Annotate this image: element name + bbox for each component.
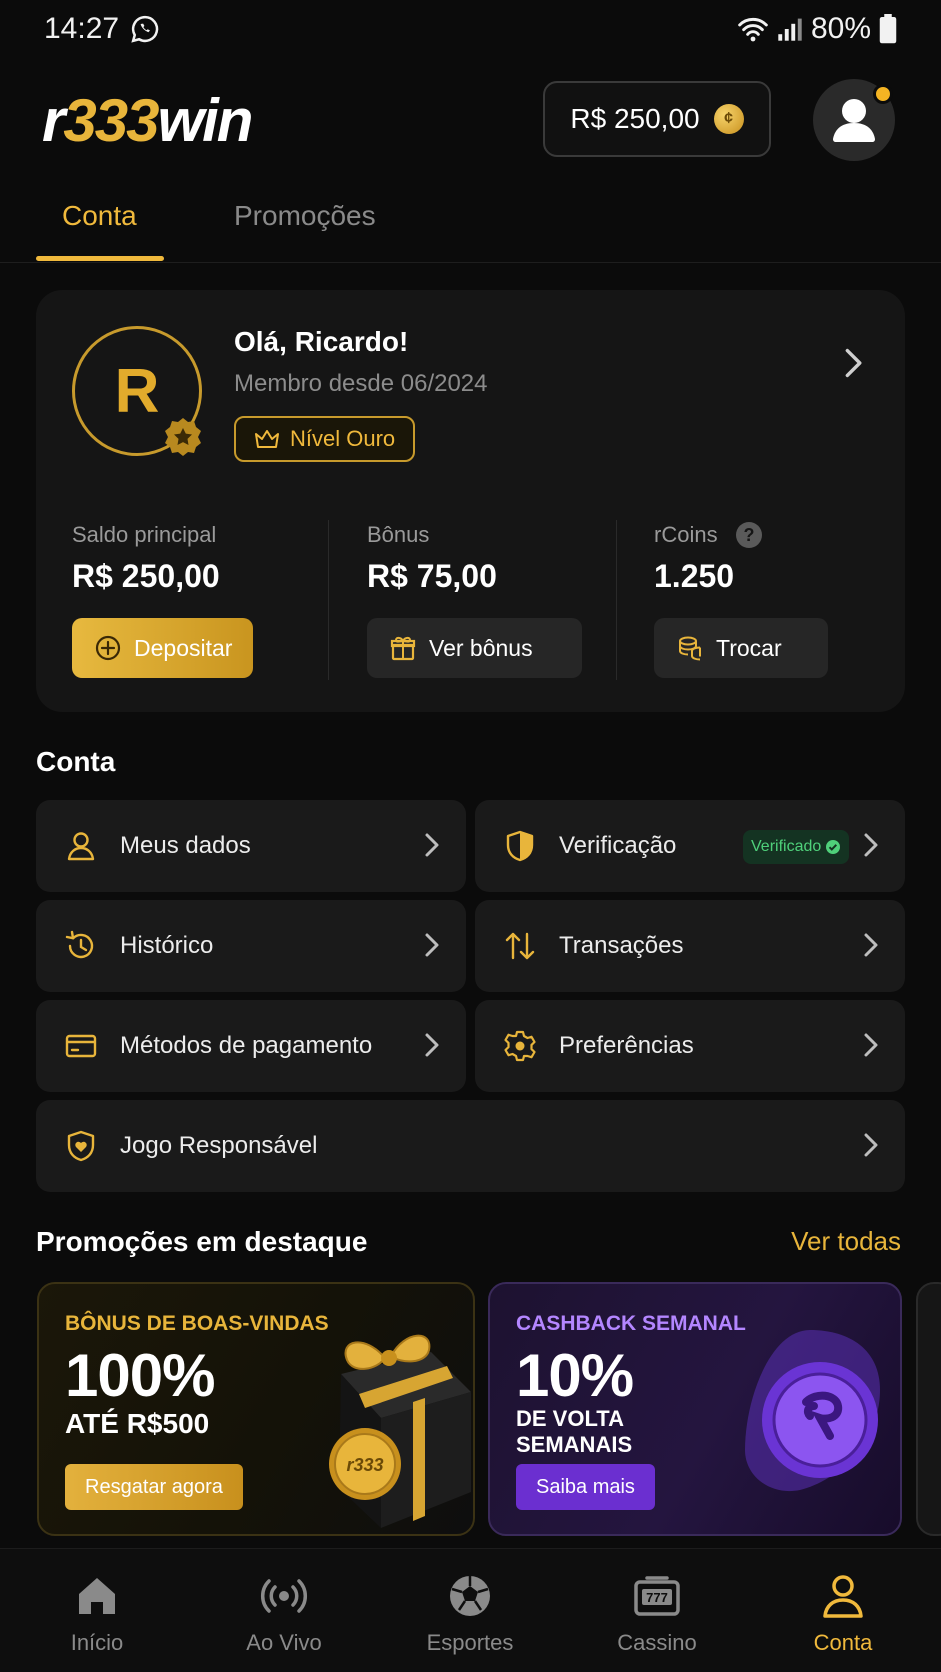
promo-card-welcome-bonus[interactable]: r333 BÔNUS DE BOAS-VINDAS 100% ATÉ R$500…: [37, 1282, 475, 1536]
promo-card-partial[interactable]: [916, 1282, 941, 1536]
r333-coin-illustration: r333: [329, 1428, 401, 1500]
bonus-label: Bônus: [367, 522, 430, 547]
status-time: 14:27: [44, 12, 120, 45]
stat-divider: [616, 520, 617, 680]
balance-value: R$ 250,00: [570, 103, 700, 134]
menu-item-historico[interactable]: Histórico: [36, 900, 466, 992]
badge-star-icon: [165, 418, 201, 456]
chevron-right-icon: [864, 833, 878, 857]
logo[interactable]: r333win: [42, 86, 253, 156]
battery-percent: 80%: [810, 12, 871, 45]
nav-item-inicio[interactable]: Início: [32, 1572, 162, 1656]
gift-icon: [390, 636, 416, 661]
svg-text:r333: r333: [346, 1455, 383, 1475]
tab-conta[interactable]: Conta: [62, 200, 137, 232]
menu-item-transacoes[interactable]: Transações: [475, 900, 905, 992]
tab-divider: [0, 262, 941, 263]
tab-active-underline: [36, 256, 164, 261]
coins-icon: [679, 636, 701, 661]
bonus-value: R$ 75,00: [367, 558, 497, 594]
svg-text:777: 777: [646, 1590, 668, 1605]
notification-dot: [873, 84, 893, 104]
chevron-right-icon: [864, 1133, 878, 1157]
chevron-right-icon: [425, 1033, 439, 1057]
user-icon: [823, 1575, 863, 1618]
rcoins-label: rCoins: [654, 522, 718, 547]
status-right: 80%: [737, 12, 897, 46]
account-section-title: Conta: [36, 746, 116, 777]
coin-icon: ¢: [713, 104, 744, 134]
main-balance-value: R$ 250,00: [72, 558, 220, 594]
claim-now-button[interactable]: Resgatar agora: [65, 1464, 243, 1510]
exchange-button[interactable]: Trocar: [654, 618, 828, 678]
soccer-ball-icon: [450, 1576, 490, 1616]
promo-subline: ATÉ R$500: [65, 1408, 210, 1439]
chevron-right-icon: [864, 933, 878, 957]
chevron-right-icon: [425, 933, 439, 957]
greeting: Olá, Ricardo!: [234, 326, 409, 357]
menu-item-jogo-responsavel[interactable]: Jogo Responsável: [36, 1100, 905, 1192]
nav-item-conta[interactable]: Conta: [778, 1572, 908, 1656]
level-badge: Nível Ouro: [234, 416, 416, 462]
rcoins-value: 1.250: [654, 558, 735, 594]
learn-more-button[interactable]: Saiba mais: [516, 1464, 655, 1510]
deposit-button[interactable]: Depositar: [72, 618, 253, 678]
slot-machine-icon: 777: [634, 1576, 680, 1616]
plus-circle-icon: [95, 635, 121, 661]
home-icon: [79, 1578, 115, 1614]
battery-icon: [879, 14, 897, 44]
credit-card-icon: [65, 1034, 97, 1058]
main-balance-label: Saldo principal: [72, 522, 217, 547]
menu-item-verificacao[interactable]: Verificação Verificado: [475, 800, 905, 892]
promo-subline-1: DE VOLTA: [516, 1406, 624, 1431]
user-icon: [67, 832, 95, 861]
transfer-icon: [505, 932, 535, 960]
promos-section-title: Promoções em destaque: [36, 1226, 368, 1257]
view-bonus-button[interactable]: Ver bônus: [367, 618, 582, 678]
promo-kicker: BÔNUS DE BOAS-VINDAS: [65, 1312, 329, 1335]
menu-item-meus-dados[interactable]: Meus dados: [36, 800, 466, 892]
shield-check-icon: [506, 830, 534, 862]
nav-item-ao-vivo[interactable]: Ao Vivo: [219, 1572, 349, 1656]
tab-promocoes[interactable]: Promoções: [234, 200, 376, 232]
promo-headline: 10%: [516, 1342, 634, 1409]
nav-item-cassino[interactable]: 777 Cassino: [592, 1572, 722, 1656]
promo-card-weekly-cashback[interactable]: CASHBACK SEMANAL 10% DE VOLTA SEMANAIS S…: [488, 1282, 902, 1536]
signal-icon: [778, 18, 802, 41]
promo-kicker: CASHBACK SEMANAL: [516, 1312, 746, 1335]
crown-icon: [255, 430, 279, 448]
member-since: Membro desde 06/2024: [234, 370, 488, 397]
stat-divider: [328, 520, 329, 680]
promo-subline-2: SEMANAIS: [516, 1432, 633, 1457]
nav-item-esportes[interactable]: Esportes: [405, 1572, 535, 1656]
check-circle-icon: [826, 840, 841, 854]
purple-coin-illustration: [745, 1330, 880, 1492]
history-icon: [65, 930, 94, 959]
help-icon[interactable]: ?: [736, 522, 762, 548]
balance-pill[interactable]: R$ 250,00 ¢: [543, 81, 771, 157]
verified-badge: Verificado: [743, 830, 850, 864]
shield-heart-icon: [67, 1130, 95, 1162]
chevron-right-icon: [425, 833, 439, 857]
wifi-icon: [738, 18, 768, 42]
whatsapp-icon: [131, 15, 159, 43]
menu-item-preferencias[interactable]: Preferências: [475, 1000, 905, 1092]
chevron-right-icon[interactable]: [838, 346, 868, 380]
promo-headline: 100%: [65, 1342, 215, 1409]
live-broadcast-icon: [261, 1579, 307, 1613]
gear-icon: [504, 1030, 536, 1062]
menu-item-metodos-pagamento[interactable]: Métodos de pagamento: [36, 1000, 466, 1092]
see-all-link[interactable]: Ver todas: [791, 1226, 901, 1257]
chevron-right-icon: [864, 1033, 878, 1057]
